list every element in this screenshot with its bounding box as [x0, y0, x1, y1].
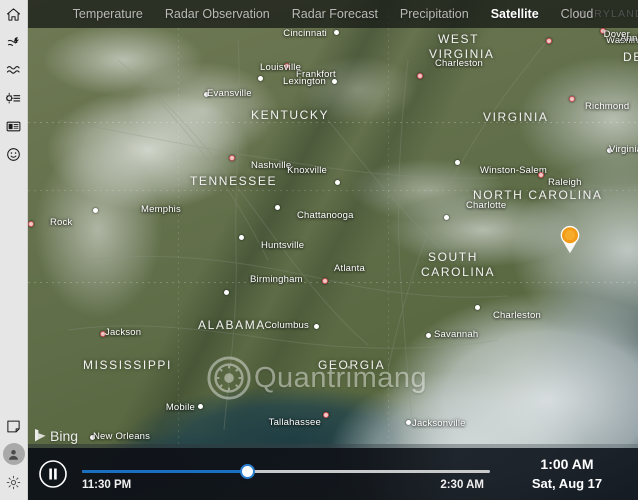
timeline-track[interactable] — [82, 470, 490, 473]
settings-gear-icon[interactable] — [0, 468, 28, 496]
forecast-list-icon[interactable] — [0, 84, 28, 112]
life-icon[interactable] — [0, 140, 28, 168]
timeline-progress-fill — [82, 470, 248, 473]
timeline-end-time: 2:30 AM — [440, 479, 484, 491]
severe-weather-icon[interactable] — [0, 28, 28, 56]
avatar — [2, 443, 25, 465]
tab-radar-forecast[interactable]: Radar Forecast — [292, 7, 378, 21]
home-icon[interactable] — [0, 0, 28, 28]
tab-temperature[interactable]: Temperature — [73, 7, 143, 21]
tab-cloud[interactable]: Cloud — [561, 7, 594, 21]
weather-map[interactable]: MARYLANDWESTVIRGINIADELAKENTUCKYVIRGINIA… — [28, 0, 638, 500]
pause-button[interactable] — [38, 459, 68, 489]
tab-precipitation[interactable]: Precipitation — [400, 7, 469, 21]
timeline-slider[interactable]: 11:30 PM 2:30 AM — [82, 448, 490, 500]
app-sidebar — [0, 0, 28, 500]
current-time-label: 1:00 AM — [540, 456, 594, 472]
current-date-label: Sat, Aug 17 — [531, 476, 603, 491]
current-frame-time: 1:00 AM Sat, Aug 17 — [500, 455, 638, 493]
timeline-start-time: 11:30 PM — [82, 479, 132, 491]
tab-radar-observation[interactable]: Radar Observation — [165, 7, 270, 21]
weather-app-window: MARYLANDWESTVIRGINIADELAKENTUCKYVIRGINIA… — [0, 0, 638, 500]
maps-icon[interactable] — [0, 56, 28, 84]
timeline-thumb[interactable] — [240, 464, 256, 479]
news-icon[interactable] — [0, 112, 28, 140]
map-layer-tabs: Temperature Radar Observation Radar Foreca… — [28, 0, 638, 28]
account-avatar[interactable] — [0, 440, 28, 468]
timeline-playback-bar: 11:30 PM 2:30 AM 1:00 AM Sat, Aug 17 — [28, 444, 638, 500]
satellite-imagery — [28, 0, 638, 500]
notes-icon[interactable] — [0, 412, 28, 440]
tab-satellite[interactable]: Satellite — [491, 7, 539, 21]
